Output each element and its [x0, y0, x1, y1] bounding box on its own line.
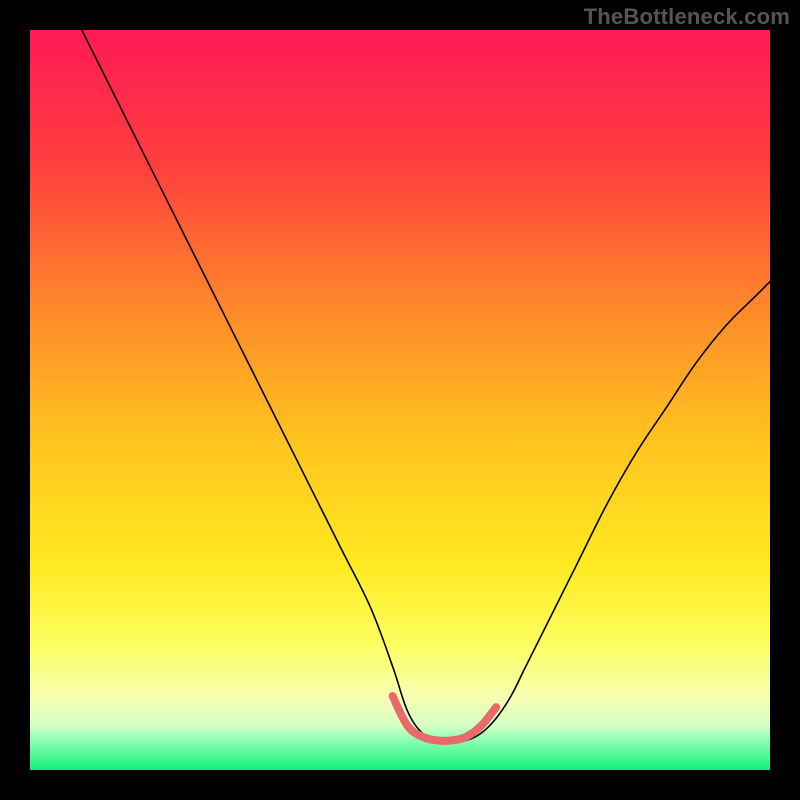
chart-plot-area	[30, 30, 770, 770]
chart-svg	[30, 30, 770, 770]
chart-frame: TheBottleneck.com	[0, 0, 800, 800]
watermark-text: TheBottleneck.com	[584, 4, 790, 30]
chart-background-gradient	[30, 30, 770, 770]
